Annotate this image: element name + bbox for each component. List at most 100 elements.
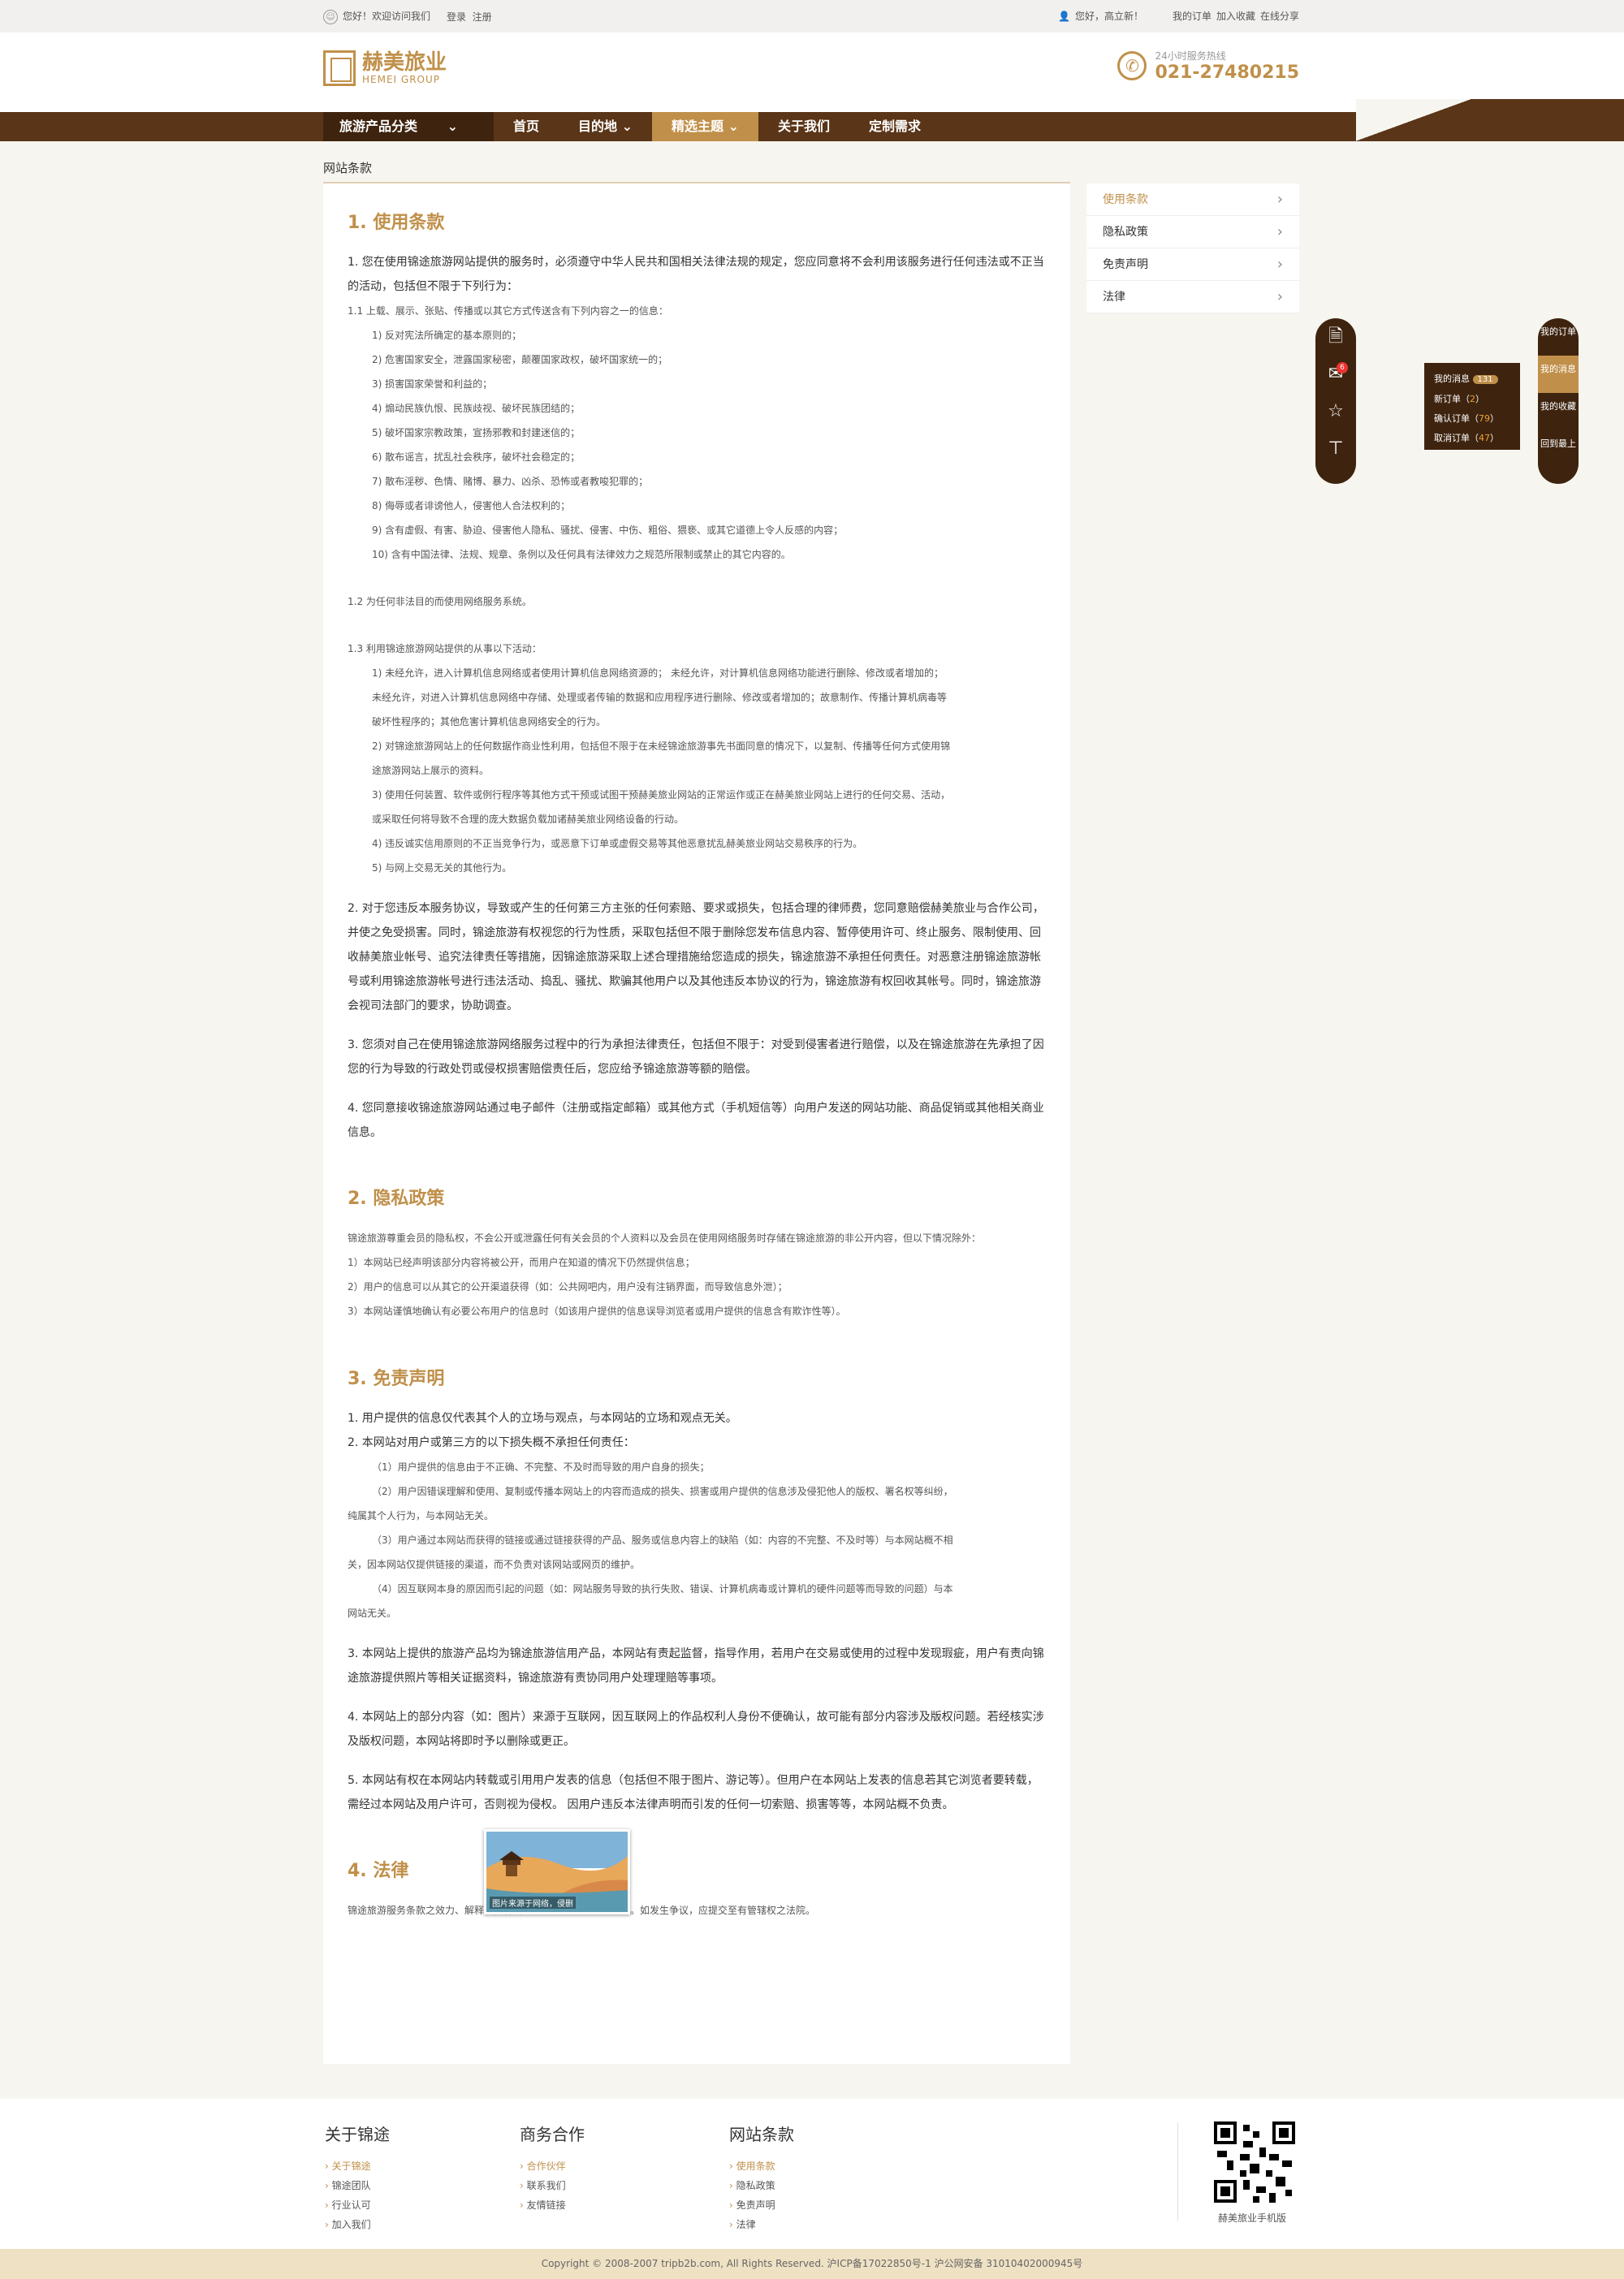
paragraph: 3. 本网站上提供的旅游产品均为锦途旅游信用产品，本网站有责起监督，指导作用，若… [348,1647,1044,1685]
sidebar-item-privacy[interactable]: 隐私政策 › [1086,216,1299,248]
cancelled-orders[interactable]: 取消订单（47） [1434,429,1510,448]
list-item: 3) 损害国家荣誉和利益的； [372,378,493,390]
logo-cn: 赫美旅业 [362,50,447,75]
paragraph: 3. 您须对自己在使用锦途旅游网络服务过程中的行为承担法律责任，包括但不限于：对… [348,1038,1044,1076]
section-title-disclaimer: 3. 免责声明 [348,1369,445,1389]
chevron-right-icon: › [1276,288,1283,305]
message-count: 131 [1472,375,1498,384]
sub-heading: 1.2 为任何非法目的而使用网络服务系统。 [348,596,532,607]
nav-about[interactable]: 关于我们 [758,112,849,141]
back-to-top-button[interactable]: 回到最上 [1538,430,1579,468]
list-item: 10) 含有中国法律、法规、规章、条例以及任何具有法律效力之规范所限制或禁止的其… [372,549,791,560]
section-title-privacy: 2. 隐私政策 [348,1189,445,1209]
my-orders-button[interactable]: 我的订单 [1538,318,1579,356]
footer-link[interactable]: 加入我们 [325,2215,390,2234]
nav-themes[interactable]: 精选主题 ⌄ [652,112,759,141]
messages-popup: 我的消息 131 新订单（2） 确认订单（79） 取消订单（47） [1424,363,1520,450]
list-item: 5) 破坏国家宗教政策，宣扬邪教和封建迷信的； [372,427,581,438]
qr-code-icon [1214,2121,1295,2203]
top-bar: ☺ 您好！欢迎访问我们 登录 注册 👤 您好，高立新！ 我的订单 加入收藏 在线分… [0,0,1624,32]
logo[interactable]: 赫美旅业 HEMEI GROUP [323,50,447,86]
list-item: 网站无关。 [348,1608,397,1619]
image-caption: 图片来源于网络，侵删 [490,1897,576,1909]
breadcrumb: 网站条款 [323,161,373,175]
footer-link[interactable]: 友情链接 [520,2195,585,2215]
list-item: 3) 使用任何装置、软件或例行程序等其他方式干预或试图干预赫美旅业网站的正常运作… [372,789,951,801]
list-item: 破坏性程序的；其他危害计算机信息网络安全的行为。 [372,716,607,727]
list-item: （2）用户因错误理解和使用、复制或传播本网站上的内容而造成的损失、损害或用户提供… [372,1486,953,1497]
share-link[interactable]: 在线分享 [1260,9,1299,23]
list-item: 9) 含有虚假、有害、胁迫、侵害他人隐私、骚扰、侵害、中伤、粗俗、猥亵、或其它道… [372,524,844,536]
paragraph: 4. 本网站上的部分内容（如：图片）来源于互联网，因互联网上的作品权利人身份不便… [348,1711,1044,1748]
login-link[interactable]: 登录 [447,11,466,23]
sidebar-item-disclaimer[interactable]: 免责声明 › [1086,248,1299,281]
smile-icon: ☺ [323,10,338,24]
list-item: 5) 与网上交易无关的其他行为。 [372,862,512,874]
mail-badge: 6 [1337,362,1348,373]
footer-link[interactable]: 锦途团队 [325,2176,390,2195]
sub-heading: 1.1 上载、展示、张贴、传播或以其它方式传送含有下列内容之一的信息： [348,305,668,317]
floating-image[interactable]: 图片来源于网络，侵删 [484,1829,630,1914]
my-favorites-button[interactable]: 我的收藏 [1538,393,1579,430]
footer-col-about: 关于锦途 关于锦途 锦途团队 行业认可 加入我们 [325,2121,390,2234]
nav-custom[interactable]: 定制需求 [849,112,940,141]
register-link[interactable]: 注册 [473,11,492,23]
chevron-right-icon: › [1276,191,1283,208]
my-orders-link[interactable]: 我的订单 [1173,9,1212,23]
hotline-number: 021-27480215 [1155,63,1299,83]
footer-col-business: 商务合作 合作伙伴 联系我们 友情链接 [520,2121,585,2215]
star-icon[interactable]: ☆ [1315,393,1356,430]
footer-heading: 商务合作 [520,2125,585,2144]
greeting: ☺ 您好！欢迎访问我们 [323,9,430,24]
nav-home[interactable]: 首页 [494,112,559,141]
document-icon[interactable]: 🗎 [1315,318,1356,356]
right-toolbar: 我的订单 我的消息 我的收藏 回到最上 [1538,318,1579,484]
footer-link[interactable]: 使用条款 [729,2156,794,2176]
new-orders[interactable]: 新订单（2） [1434,390,1510,409]
footer-link[interactable]: 免责声明 [729,2195,794,2215]
chevron-down-icon: ⌄ [621,119,633,134]
list-item: 未经允许，对进入计算机信息网络中存储、处理或者传输的数据和应用程序进行删除、修改… [372,692,948,703]
list-item: （3）用户通过本网站而获得的链接或通过链接获得的产品、服务或信息内容上的缺陷（如… [372,1534,953,1546]
list-item: 或采取任何将导致不合理的庞大数据负载加诸赫美旅业网络设备的行动。 [372,814,685,825]
mail-icon[interactable]: ✉ 6 [1315,356,1356,393]
top-icon[interactable]: ⊤ [1315,430,1356,468]
list-item: 4) 违反诚实信用原则的不正当竞争行为，或恶意下订单或虚假交易等其他恶意扰乱赫美… [372,838,863,849]
paragraph: 5. 本网站有权在本网站内转载或引用用户发表的信息（包括但不限于图片、游记等）。… [348,1774,1039,1811]
nav-destination[interactable]: 目的地 ⌄ [559,112,652,141]
paragraph: 1. 用户提供的信息仅代表其个人的立场与观点，与本网站的立场和观点无关。 [348,1412,737,1425]
paragraph: 锦途旅游服务条款之效力、解释、执行均适用中华人民共和国法律。如发生争议，应提交至… [348,1898,1046,1923]
list-item: 2) 危害国家安全，泄露国家秘密，颠覆国家政权，破坏国家统一的； [372,354,668,365]
list-item: 6) 散布谣言，扰乱社会秩序，破坏社会稳定的； [372,451,581,463]
list-item: （4）因互联网本身的原因而引起的问题（如：网站服务导致的执行失败、错误、计算机病… [372,1583,953,1595]
footer-link[interactable]: 关于锦途 [325,2156,390,2176]
hotline-label: 24小时服务热线 [1155,50,1226,62]
footer-col-terms: 网站条款 使用条款 隐私政策 免责声明 法律 [729,2121,794,2234]
favorite-link[interactable]: 加入收藏 [1216,9,1255,23]
footer-heading: 网站条款 [729,2125,794,2144]
sidebar-item-terms[interactable]: 使用条款 › [1086,183,1299,216]
footer: 关于锦途 关于锦途 锦途团队 行业认可 加入我们 商务合作 合作伙伴 联系我们 … [0,2099,1624,2249]
logo-en: HEMEI GROUP [362,74,440,85]
paragraph: 2. 本网站对用户或第三方的以下损失概不承担任何责任： [348,1436,635,1449]
nav-category[interactable]: 旅游产品分类 ⌄ [323,112,494,141]
my-messages-button[interactable]: 我的消息 [1538,356,1579,393]
sidebar-item-law[interactable]: 法律 › [1086,281,1299,313]
footer-link[interactable]: 行业认可 [325,2195,390,2215]
list-item: 3）本网站谨慎地确认有必要公布用户的信息时（如该用户提供的信息误导浏览者或用户提… [348,1306,846,1317]
footer-link[interactable]: 隐私政策 [729,2176,794,2195]
footer-link[interactable]: 合作伙伴 [520,2156,585,2176]
list-item: 4) 煽动民族仇恨、民族歧视、破坏民族团结的； [372,403,581,414]
list-item: 1）本网站已经声明该部分内容将被公开，而用户在知道的情况下仍然提供信息； [348,1257,695,1268]
sub-heading: 1.3 利用锦途旅游网站提供的从事以下活动： [348,643,542,654]
list-item: 1) 未经允许，进入计算机信息网络或者使用计算机信息网络资源的； 未经允许，对计… [372,667,944,679]
section-title-terms: 1. 使用条款 [348,213,445,233]
user-icon: 👤 [1057,10,1070,22]
confirmed-orders[interactable]: 确认订单（79） [1434,409,1510,429]
quick-tools: 🗎 ✉ 6 ☆ ⊤ [1315,318,1356,484]
terms-sidebar: 使用条款 › 隐私政策 › 免责声明 › 法律 › [1086,183,1299,313]
footer-link[interactable]: 联系我们 [520,2176,585,2195]
footer-link[interactable]: 法律 [729,2215,794,2234]
chevron-down-icon: ⌄ [728,119,740,134]
list-item: 1) 反对宪法所确定的基本原则的； [372,330,522,341]
